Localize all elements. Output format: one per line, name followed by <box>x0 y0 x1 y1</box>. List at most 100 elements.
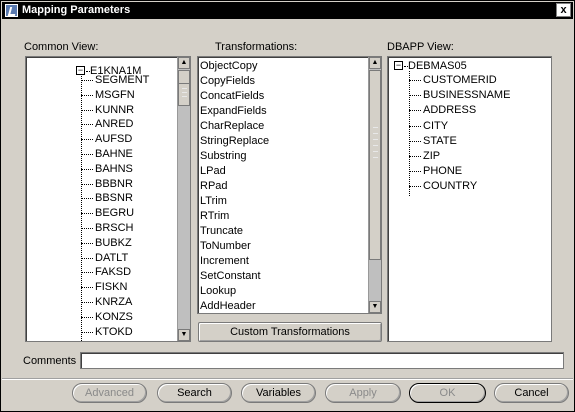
common-tree-item[interactable]: KUNNR <box>95 103 134 117</box>
common-tree-item[interactable]: AUFSD <box>95 132 132 146</box>
common-view-tree[interactable]: − E1KNA1M SEGMENT MSGFN KUNNR ANRED AUFSD BAHNE… <box>25 56 191 342</box>
tree-connector <box>81 124 93 126</box>
common-tree-item[interactable]: BEGRU <box>95 206 134 220</box>
transformation-item[interactable]: RTrim <box>200 209 229 224</box>
tree-connector <box>409 125 421 127</box>
transformation-item[interactable]: SetConstant <box>200 269 261 284</box>
comments-label: Comments <box>23 355 77 367</box>
common-scroll-thumb[interactable] <box>178 70 190 84</box>
transformation-item[interactable]: LPad <box>200 164 226 179</box>
tree-connector <box>81 94 93 96</box>
tree-connector <box>81 139 93 141</box>
dbapp-tree-item[interactable]: ADDRESS <box>423 103 476 117</box>
variables-button[interactable]: Variables <box>241 383 316 403</box>
tree-connector <box>409 110 421 112</box>
tree-connector <box>81 287 93 289</box>
common-tree-item[interactable]: BBSNR <box>95 191 133 205</box>
advanced-button[interactable]: Advanced <box>72 383 147 403</box>
ok-button[interactable]: OK <box>409 383 486 403</box>
common-root-toggle-icon[interactable]: − <box>76 66 85 75</box>
tree-connector <box>81 154 93 155</box>
search-button[interactable]: Search <box>157 383 232 403</box>
common-tree-item[interactable]: KTOKD <box>95 325 133 339</box>
transformation-item[interactable]: Lookup <box>200 284 236 299</box>
dbapp-tree-item[interactable]: CUSTOMERID <box>423 73 497 87</box>
transform-scroll-down-icon[interactable]: ▼ <box>369 301 381 313</box>
dbapp-view-tree[interactable]: − DEBMAS05 CUSTOMERID BUSINESSNAME ADDRESS CI… <box>387 56 552 342</box>
common-scroll-up-icon[interactable]: ▲ <box>178 57 190 69</box>
dbapp-view-label: DBAPP View: <box>387 41 454 53</box>
transform-scroll-thumb[interactable] <box>369 70 381 260</box>
tree-connector <box>81 242 93 244</box>
transformation-item[interactable]: CharReplace <box>200 119 264 134</box>
tree-connector <box>81 272 93 274</box>
tree-connector <box>81 331 93 333</box>
close-button[interactable]: x <box>556 3 571 17</box>
transformation-item[interactable]: CopyFields <box>200 74 255 89</box>
window-title: Mapping Parameters <box>22 4 131 16</box>
tree-connector <box>81 183 93 185</box>
tree-connector <box>409 71 410 197</box>
dbapp-tree-item[interactable]: PHONE <box>423 164 462 178</box>
common-tree-item[interactable]: MSGFN <box>95 88 135 102</box>
transformation-item[interactable]: LTrim <box>200 194 227 209</box>
transformations-list[interactable]: ObjectCopy CopyFields ConcatFields ExpandFi… <box>197 56 382 314</box>
transformation-item[interactable]: Substring <box>200 149 246 164</box>
comments-input[interactable] <box>80 352 564 369</box>
transformations-scrollbar[interactable]: ▲ ▼ <box>368 57 381 313</box>
transformations-label: Transformations: <box>215 41 298 53</box>
tree-connector <box>409 95 421 97</box>
cancel-button[interactable]: Cancel <box>494 383 569 403</box>
custom-transformations-button[interactable]: Custom Transformations <box>198 322 382 342</box>
tree-connector <box>409 171 421 173</box>
common-tree-item[interactable]: BRSCH <box>95 221 134 235</box>
transformation-item[interactable]: ExpandFields <box>200 104 267 119</box>
common-view-label: Common View: <box>24 41 99 53</box>
transformation-item[interactable]: Truncate <box>200 224 243 239</box>
transformation-item[interactable]: ObjectCopy <box>200 59 257 74</box>
common-tree-item[interactable]: BAHNE <box>95 147 133 161</box>
common-scroll-thumb-grip[interactable] <box>178 84 190 106</box>
common-view-scrollbar[interactable]: ▲ ▼ <box>177 57 190 341</box>
tree-connector <box>409 80 421 81</box>
dbapp-root-toggle-icon[interactable]: − <box>394 61 403 70</box>
tree-connector <box>81 109 93 111</box>
apply-button[interactable]: Apply <box>325 383 401 403</box>
transform-scroll-up-icon[interactable]: ▲ <box>369 57 381 69</box>
transformation-item[interactable]: AddHeader <box>200 299 256 313</box>
dbapp-tree-item[interactable]: STATE <box>423 134 457 148</box>
transformation-item[interactable]: ToNumber <box>200 239 251 254</box>
dbapp-tree-item[interactable]: COUNTRY <box>423 179 477 193</box>
dbapp-tree-item[interactable]: ZIP <box>423 149 440 163</box>
common-tree-item[interactable]: KNRZA <box>95 295 132 309</box>
tree-connector <box>81 316 93 318</box>
common-tree-item[interactable]: DATLT <box>95 251 128 265</box>
tree-connector <box>81 80 93 81</box>
common-tree-item[interactable]: FISKN <box>95 280 127 294</box>
common-tree-item[interactable]: ANRED <box>95 117 134 131</box>
tree-connector <box>81 198 93 200</box>
dbapp-tree-item[interactable]: CITY <box>423 119 448 133</box>
tree-connector <box>81 302 93 303</box>
common-tree-item[interactable]: BBBNR <box>95 177 133 191</box>
mapping-parameters-window: Mapping Parameters x Common View: Transf… <box>0 0 575 412</box>
common-tree-item[interactable]: SEGMENT <box>95 73 149 87</box>
dbapp-root-node[interactable]: DEBMAS05 <box>408 59 467 73</box>
common-tree-item[interactable]: FAKSD <box>95 265 131 279</box>
tree-connector <box>81 213 93 215</box>
button-row-separator <box>2 378 573 380</box>
app-icon <box>5 4 18 17</box>
transformation-item[interactable]: Increment <box>200 254 249 269</box>
transformation-item[interactable]: RPad <box>200 179 228 194</box>
common-scroll-down-icon[interactable]: ▼ <box>178 329 190 341</box>
tree-connector <box>409 156 421 157</box>
transformation-item[interactable]: ConcatFields <box>200 89 264 104</box>
tree-connector <box>409 140 421 142</box>
dbapp-tree-item[interactable]: BUSINESSNAME <box>423 88 510 102</box>
common-tree-item[interactable]: BAHNS <box>95 162 133 176</box>
common-tree-item[interactable]: BUBKZ <box>95 236 132 250</box>
title-bar[interactable]: Mapping Parameters x <box>2 2 573 19</box>
transformation-item[interactable]: StringReplace <box>200 134 269 149</box>
tree-connector <box>81 168 93 170</box>
common-tree-item[interactable]: KONZS <box>95 310 133 324</box>
